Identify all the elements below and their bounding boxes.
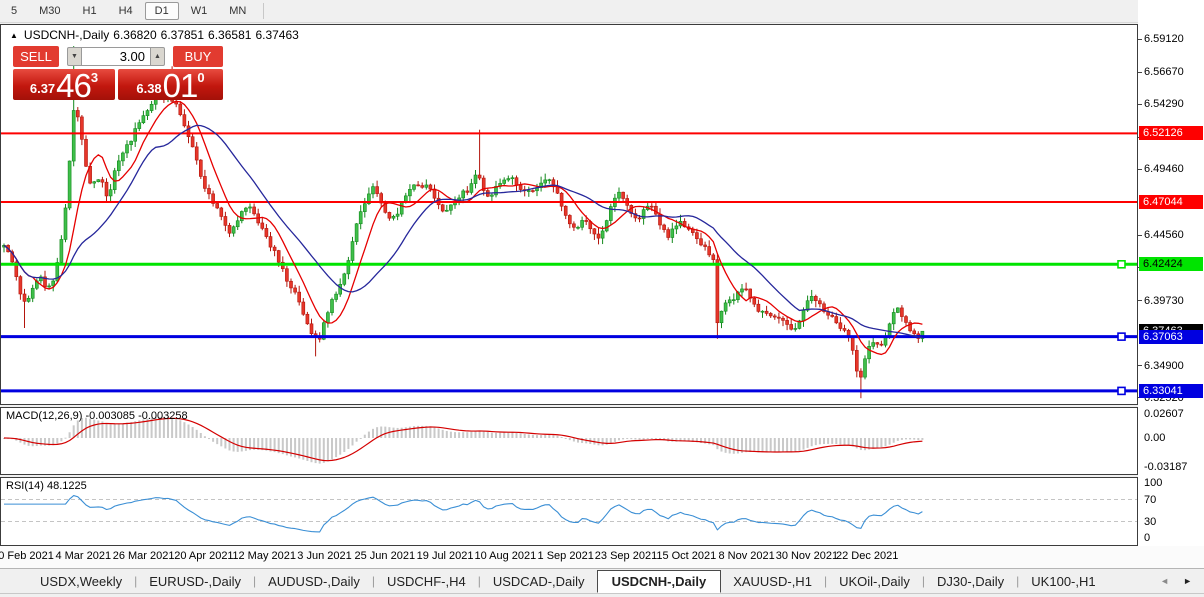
price-tick-dash [1138, 71, 1142, 73]
date-label: 12 May 2021 [232, 550, 296, 562]
ohlc-close: 6.37463 [255, 28, 299, 42]
price-axis: 6.591206.566706.542906.518406.494606.445… [1138, 0, 1204, 546]
date-label: 26 Mar 2021 [112, 550, 175, 562]
buy-price-big: 01 [162, 67, 199, 104]
price-tick-label: 6.44560 [1144, 229, 1184, 242]
tab-scroll-left-icon[interactable]: ◄ [1160, 569, 1169, 593]
volume-increase-button[interactable]: ▲ [150, 47, 165, 66]
tab-usdchf-h4[interactable]: USDCHF-,H4 [375, 571, 478, 592]
sell-price-big: 46 [56, 67, 92, 104]
rsi-axis-label: 70 [1144, 493, 1157, 506]
buy-price-sup: 0 [197, 70, 205, 85]
price-tick-dash [1138, 365, 1142, 367]
volume-down-icon: ▼ [71, 53, 78, 60]
ohlc-high: 6.37851 [160, 28, 205, 42]
timeframe-button-d1[interactable]: D1 [144, 2, 179, 20]
timeframe-button-m30[interactable]: M30 [29, 2, 70, 20]
price-tick-label: 6.39730 [1144, 294, 1184, 307]
timeframe-button-w1[interactable]: W1 [181, 2, 218, 20]
date-label: 23 Sep 2021 [594, 550, 658, 562]
tab-eurusd-daily[interactable]: EURUSD-,Daily [137, 571, 253, 592]
macd-axis-label: 0.00 [1144, 432, 1166, 444]
tab-audusd-daily[interactable]: AUDUSD-,Daily [256, 571, 372, 592]
price-tick-label: 6.59120 [1144, 33, 1184, 46]
rsi-pane: RSI(14) 48.1225 [0, 477, 1138, 546]
date-label: 10 Aug 2021 [474, 550, 537, 562]
date-label: 8 Nov 2021 [718, 550, 775, 562]
macd-pane: MACD(12,26,9) -0.003085 -0.003258 [0, 407, 1138, 475]
price-tick-label: 6.49460 [1144, 163, 1184, 176]
date-label: 30 Nov 2021 [775, 550, 839, 562]
date-label: 10 Feb 2021 [0, 550, 54, 562]
tab-scroll-right-icon[interactable]: ► [1183, 569, 1192, 593]
volume-input[interactable]: 3.00 [82, 47, 150, 66]
volume-decrease-button[interactable]: ▼ [67, 47, 82, 66]
date-label: 20 Apr 2021 [174, 550, 234, 562]
date-label: 4 Mar 2021 [55, 550, 112, 562]
toolbar-separator [263, 3, 265, 19]
price-line-label: 6.37063 [1139, 329, 1203, 344]
date-axis: 10 Feb 20214 Mar 202126 Mar 202120 Apr 2… [0, 546, 1204, 568]
sell-price-sup: 3 [90, 70, 99, 85]
tabs-wrap: USDX,Weekly | EURUSD-,Daily | AUDUSD-,Daily |… [0, 569, 1108, 593]
timeframe-button-mn[interactable]: MN [219, 2, 256, 20]
buy-button[interactable]: BUY [173, 46, 223, 67]
timeframe-toolbar: 5 M30 H1 H4 D1 W1 MN [0, 0, 1204, 23]
chart-symbol-title: USDCNH-,Daily [23, 28, 110, 42]
macd-axis-label: -0.03187 [1144, 461, 1188, 474]
date-label: 15 Oct 2021 [656, 550, 717, 562]
timeframe-button-h1[interactable]: H1 [73, 2, 107, 20]
tab-uk100-h1[interactable]: UK100-,H1 [1019, 571, 1107, 592]
tab-ukoil-daily[interactable]: UKOil-,Daily [827, 571, 922, 592]
volume-up-icon: ▲ [154, 53, 161, 60]
date-label: 3 Jun 2021 [297, 550, 352, 562]
ohlc-low: 6.36581 [208, 28, 252, 42]
sell-quote-button[interactable]: 6.37 46 3 [13, 67, 115, 104]
timeframe-button-5[interactable]: 5 [1, 2, 27, 20]
tab-usdcnh-daily[interactable]: USDCNH-,Daily [596, 569, 722, 593]
date-label: 1 Sep 2021 [537, 550, 594, 562]
rsi-axis-label: 30 [1144, 515, 1157, 528]
mt4-window: 5 M30 H1 H4 D1 W1 MN ▲ USDCNH-,Daily 6.36820 6.37… [0, 0, 1204, 597]
rsi-label: RSI(14) 48.1225 [6, 480, 87, 492]
price-tick-dash [1138, 168, 1142, 170]
tab-dj30-daily[interactable]: DJ30-,Daily [925, 571, 1016, 592]
timeframe-button-h4[interactable]: H4 [109, 2, 143, 20]
price-tick-dash [1138, 103, 1142, 105]
date-label: 22 Dec 2021 [835, 550, 899, 562]
date-label: 25 Jun 2021 [354, 550, 416, 562]
chart-header: ▲ USDCNH-,Daily 6.36820 6.37851 6.36581 6.374… [10, 28, 303, 42]
price-line-label: 6.47044 [1139, 194, 1203, 209]
price-tick-dash [1138, 234, 1142, 236]
macd-label: MACD(12,26,9) -0.003085 -0.003258 [6, 410, 188, 422]
one-click-trading-widget: SELL ▼ 3.00 ▲ BUY 6.37 46 3 6.38 01 0 [13, 46, 225, 104]
tab-usdcad-daily[interactable]: USDCAD-,Daily [481, 571, 597, 592]
price-line-label: 6.42424 [1139, 257, 1203, 272]
collapse-icon[interactable]: ▲ [10, 31, 18, 40]
chart-graphics [1, 494, 1137, 533]
price-tick-dash [1138, 38, 1142, 40]
rsi-axis-label: 0 [1144, 532, 1151, 544]
ohlc-open: 6.36820 [113, 28, 157, 42]
buy-quote-button[interactable]: 6.38 01 0 [118, 67, 223, 104]
price-tick-label: 6.54290 [1144, 98, 1184, 111]
rsi-axis-label: 100 [1144, 477, 1163, 489]
chart-tab-bar: USDX,Weekly | EURUSD-,Daily | AUDUSD-,Daily |… [0, 568, 1204, 594]
price-tick-label: 6.34900 [1144, 359, 1184, 372]
buy-price-small: 6.38 [136, 81, 162, 96]
price-tick-label: 6.56670 [1144, 66, 1184, 79]
main-chart-pane: ▲ USDCNH-,Daily 6.36820 6.37851 6.36581 6.374… [0, 24, 1138, 405]
tab-scroll-arrows: ◄ ► [1160, 569, 1192, 593]
rsi-canvas [1, 478, 1137, 545]
tab-xauusd-h1[interactable]: XAUUSD-,H1 [721, 571, 824, 592]
date-label: 19 Jul 2021 [416, 550, 474, 562]
tab-usdx-weekly[interactable]: USDX,Weekly [28, 571, 134, 592]
price-line-label: 6.52126 [1139, 126, 1203, 141]
sell-button[interactable]: SELL [13, 46, 59, 67]
sell-price-small: 6.37 [29, 81, 56, 96]
price-tick-dash [1138, 300, 1142, 302]
macd-axis-label: 0.02607 [1144, 408, 1184, 420]
price-line-label: 6.33041 [1139, 383, 1203, 398]
